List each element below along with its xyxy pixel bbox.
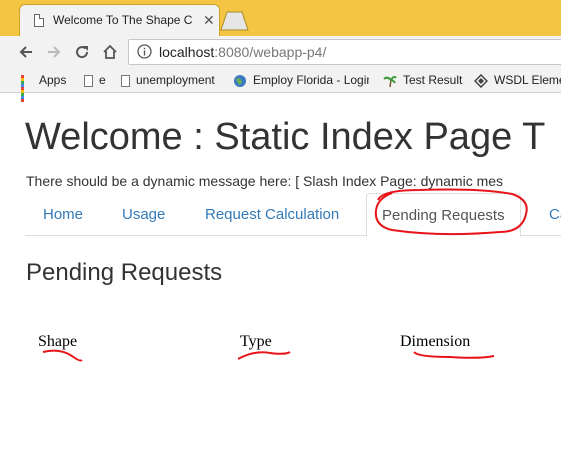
column-header-type: Type xyxy=(240,333,272,350)
bookmark-e[interactable]: e xyxy=(84,71,106,89)
reload-icon[interactable] xyxy=(74,44,90,60)
info-icon[interactable] xyxy=(137,44,152,59)
tab-usage[interactable]: Usage xyxy=(122,193,165,236)
bookmark-label: e xyxy=(99,73,106,87)
annotation-underline-dimension xyxy=(413,351,495,359)
address-bar[interactable]: localhost:8080/webapp-p4/ xyxy=(128,39,561,65)
apps-grid-icon xyxy=(21,74,33,102)
bookmark-employ-florida[interactable]: Employ Florida - Login xyxy=(233,71,369,89)
column-header-dimension: Dimension xyxy=(400,333,471,350)
column-header-shape: Shape xyxy=(38,333,78,350)
section-title: Pending Requests xyxy=(26,259,223,286)
bookmark-unemployment[interactable]: unemployment xyxy=(121,71,215,89)
home-icon[interactable] xyxy=(102,44,118,60)
browser-toolbar: localhost:8080/webapp-p4/ xyxy=(0,36,561,68)
url-host: localhost xyxy=(159,44,215,60)
bookmarks-bar: Apps e unemployment Employ Florida - Log… xyxy=(0,68,561,102)
back-arrow-icon[interactable] xyxy=(18,44,34,60)
page-icon xyxy=(84,74,93,87)
forward-arrow-icon[interactable] xyxy=(46,44,62,60)
bookmark-label: Employ Florida - Login xyxy=(253,73,369,87)
bookmark-label: Test Result xyxy=(403,73,463,87)
dynamic-message: There should be a dynamic message here: … xyxy=(26,173,504,189)
url-text: localhost:8080/webapp-p4/ xyxy=(159,44,326,60)
diamond-icon xyxy=(474,73,488,88)
page-icon xyxy=(121,74,130,87)
tab-pending-requests[interactable]: Pending Requests xyxy=(366,193,521,237)
bookmark-apps[interactable]: Apps xyxy=(21,71,67,102)
tab-home[interactable]: Home xyxy=(43,193,83,236)
new-tab-button[interactable] xyxy=(218,11,250,31)
tab-request-calculation[interactable]: Request Calculation xyxy=(205,193,339,236)
annotation-underline-type xyxy=(237,351,291,360)
tab-ca[interactable]: Ca xyxy=(549,193,561,236)
browser-tab-active[interactable]: Welcome To The Shape C ✕ xyxy=(19,4,220,36)
globe-icon xyxy=(234,74,246,87)
bookmark-test-result[interactable]: Test Result xyxy=(383,71,462,89)
bookmark-wsdl[interactable]: WSDL Eleme xyxy=(474,71,561,89)
nav-tabs: Home Usage Request Calculation Pending R… xyxy=(25,193,561,237)
bookmark-label: unemployment xyxy=(136,73,215,87)
bookmark-label: WSDL Eleme xyxy=(494,73,561,87)
bookmark-label: Apps xyxy=(39,73,67,87)
close-tab-icon[interactable]: ✕ xyxy=(203,12,215,28)
annotation-underline-shape xyxy=(42,349,83,362)
page-title: Welcome : Static Index Page T xyxy=(25,116,546,158)
palm-tree-icon xyxy=(383,75,397,87)
browser-tab-strip: Welcome To The Shape C ✕ xyxy=(0,0,561,36)
url-path: :8080/webapp-p4/ xyxy=(214,44,327,60)
page-icon xyxy=(34,14,44,27)
browser-tab-title: Welcome To The Shape C xyxy=(53,13,193,27)
